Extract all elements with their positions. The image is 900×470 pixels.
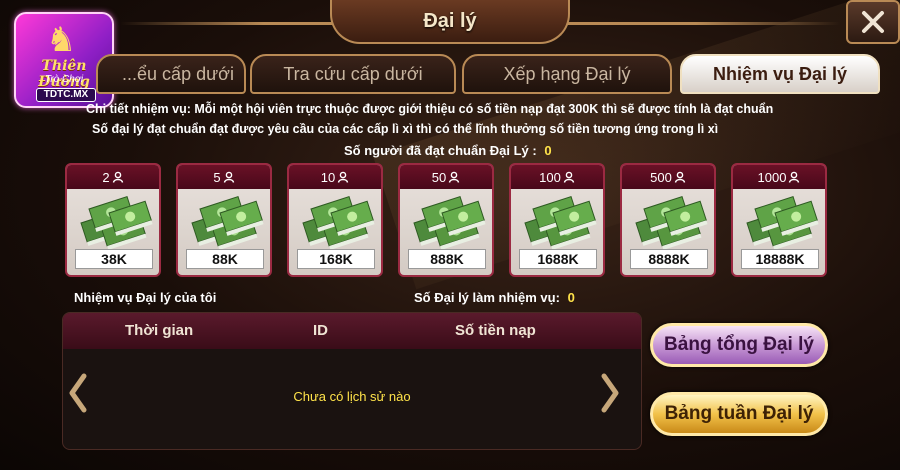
tab-label: Nhiệm vụ Đại lý — [712, 63, 848, 84]
reward-card-header: 100 — [511, 165, 603, 189]
person-icon — [449, 171, 460, 183]
dialog-title: Đại lý — [423, 9, 477, 32]
person-icon — [674, 171, 686, 183]
column-deposit: Số tiền nạp — [455, 322, 536, 339]
agent-dialog: Đại lý ♞ Thiên Đường Trò Chơi TDTC.MX ..… — [0, 0, 900, 470]
reward-amount: 18888K — [741, 249, 819, 269]
empty-message: Chưa có lịch sử nào — [293, 389, 411, 404]
tab-downline-overview[interactable]: ...ểu cấp dưới — [96, 54, 246, 94]
reward-card: 500 8888K — [620, 163, 716, 277]
reward-amount: 1688K — [519, 249, 597, 269]
horse-icon: ♞ — [46, 21, 77, 59]
reward-card: 5 88K — [176, 163, 272, 277]
my-mission-label: Nhiệm vụ Đại lý của tôi — [74, 290, 217, 305]
history-table: Thời gian ID Số tiền nạp Chưa có lịch sử… — [62, 312, 642, 450]
reward-count: 500 — [650, 169, 672, 185]
tab-downline-search[interactable]: Tra cứu cấp dưới — [250, 54, 456, 94]
tab-label: ...ểu cấp dưới — [122, 63, 234, 84]
weekly-agent-board-label: Bảng tuần Đại lý — [664, 403, 814, 424]
close-icon — [862, 11, 884, 33]
reward-amount: 38K — [75, 249, 153, 269]
reward-card-header: 5 — [178, 165, 270, 189]
reward-card-header: 50 — [400, 165, 492, 189]
money-stack-icon — [297, 193, 375, 251]
column-id: ID — [313, 322, 328, 339]
reward-card-header: 1000 — [733, 165, 825, 189]
tab-agent-ranking[interactable]: Xếp hạng Đại lý — [462, 54, 672, 94]
logo-tag: TDTC.MX — [36, 88, 96, 102]
next-page-icon[interactable] — [598, 372, 622, 414]
reward-count: 50 — [431, 169, 447, 185]
person-icon — [789, 171, 800, 183]
reward-card-header: 500 — [622, 165, 714, 189]
total-agent-board-label: Bảng tổng Đại lý — [664, 334, 814, 355]
table-header: Thời gian ID Số tiền nạp — [63, 313, 641, 349]
qualified-label: Số người đã đạt chuẩn Đại Lý : — [344, 143, 537, 158]
reward-count: 100 — [539, 169, 561, 185]
money-stack-icon — [186, 193, 264, 251]
person-icon — [223, 171, 234, 183]
column-time: Thời gian — [125, 322, 194, 339]
qualified-count: Số người đã đạt chuẩn Đại Lý : 0 — [344, 143, 552, 158]
reward-card: 10 168K — [287, 163, 383, 277]
person-icon — [112, 171, 123, 183]
reward-card: 100 1688K — [509, 163, 605, 277]
prev-page-icon[interactable] — [66, 372, 90, 414]
reward-amount: 888K — [408, 249, 486, 269]
reward-card-header: 10 — [289, 165, 381, 189]
tab-label: Tra cứu cấp dưới — [283, 63, 423, 84]
person-icon — [338, 171, 349, 183]
tab-agent-mission[interactable]: Nhiệm vụ Đại lý — [680, 54, 880, 94]
reward-count: 1000 — [757, 169, 787, 185]
reward-amount: 168K — [297, 249, 375, 269]
reward-amount: 88K — [186, 249, 264, 269]
reward-amount: 8888K — [630, 249, 708, 269]
reward-card: 1000 18888K — [731, 163, 827, 277]
mission-agents: Số Đại lý làm nhiệm vụ: 0 — [414, 290, 575, 305]
reward-card: 50 888K — [398, 163, 494, 277]
money-stack-icon — [630, 193, 708, 251]
mission-detail-text: Chi tiết nhiệm vụ: Mỗi một hội viên trực… — [86, 102, 774, 116]
money-stack-icon — [408, 193, 486, 251]
title-bar: Đại lý — [330, 0, 570, 44]
reward-count: 2 — [102, 169, 110, 185]
mission-agents-value: 0 — [567, 290, 575, 305]
close-button[interactable] — [846, 0, 900, 44]
reward-card-header: 2 — [67, 165, 159, 189]
person-icon — [563, 171, 575, 183]
weekly-agent-board-button[interactable]: Bảng tuần Đại lý — [650, 392, 828, 436]
qualified-value: 0 — [544, 143, 552, 158]
tab-label: Xếp hạng Đại lý — [503, 63, 631, 84]
mission-rule-text: Số đại lý đạt chuẩn đạt được yêu cầu của… — [92, 122, 719, 136]
money-stack-icon — [741, 193, 819, 251]
money-stack-icon — [519, 193, 597, 251]
mission-agents-label: Số Đại lý làm nhiệm vụ: — [414, 290, 560, 305]
reward-card: 2 38K — [65, 163, 161, 277]
reward-count: 10 — [320, 169, 336, 185]
money-stack-icon — [75, 193, 153, 251]
total-agent-board-button[interactable]: Bảng tổng Đại lý — [650, 323, 828, 367]
reward-count: 5 — [213, 169, 221, 185]
